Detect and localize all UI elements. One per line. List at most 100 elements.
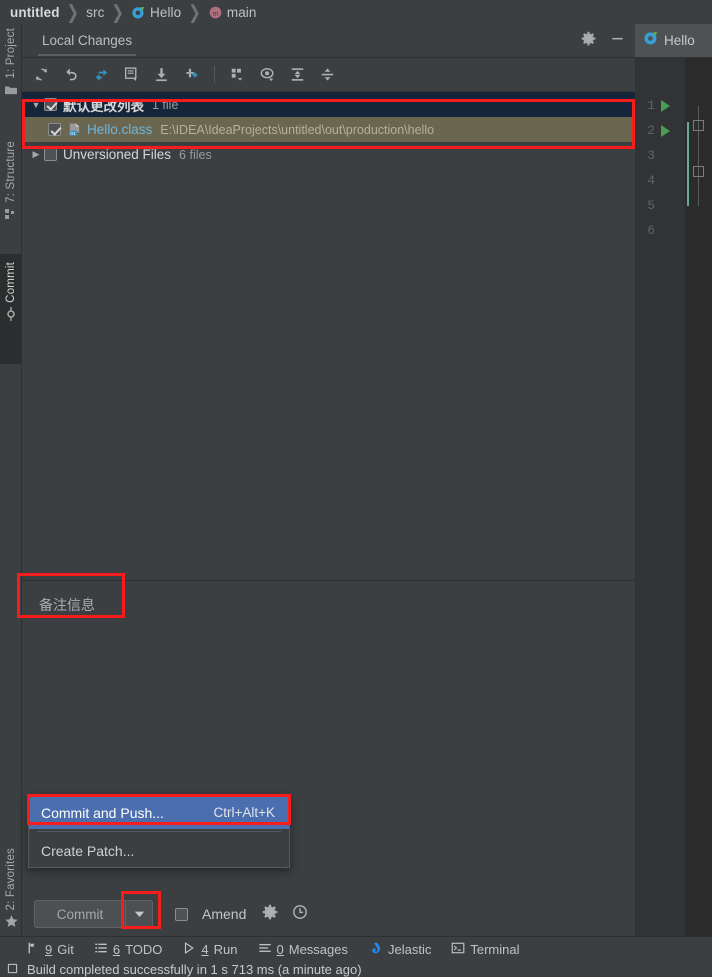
folder-icon <box>4 83 18 101</box>
commit-dropdown-button[interactable] <box>126 900 153 928</box>
line-number: 5 <box>647 198 655 213</box>
commit-message-input[interactable]: 备注信息 <box>22 581 635 788</box>
status-bar-num: 9 <box>45 942 53 957</box>
run-gutter-icon[interactable] <box>661 125 670 137</box>
tab-local-changes[interactable]: Local Changes <box>38 26 137 56</box>
unversioned-checkbox[interactable] <box>44 148 57 161</box>
svg-text:m: m <box>212 8 218 17</box>
edit-source-icon[interactable] <box>118 62 145 88</box>
class-icon <box>643 30 659 51</box>
show-diff-icon[interactable] <box>88 62 115 88</box>
collapse-all-icon[interactable] <box>314 62 341 88</box>
editor-body[interactable]: 1 2 3 4 5 6 <box>635 58 712 936</box>
tab-label: Local Changes <box>42 32 133 48</box>
unversioned-count: 6 files <box>179 147 212 162</box>
changelist-checkbox[interactable] <box>44 98 57 111</box>
changes-tree: ▼ 默认更改列表 1 file 01 Hello.class E:\IDEA\I… <box>22 92 635 540</box>
sidebar-item-commit[interactable]: Commit <box>0 262 22 326</box>
status-bar-item-git[interactable]: 9 Git <box>26 941 74 958</box>
method-icon: m <box>208 5 223 20</box>
status-bar-item-run[interactable]: 4 Run <box>182 941 238 958</box>
changelist-title: 默认更改列表 <box>63 98 144 114</box>
sidebar-item-structure[interactable]: 7: Structure <box>0 141 22 225</box>
sidebar-item-project[interactable]: 1: Project <box>0 28 22 101</box>
amend-checkbox[interactable] <box>175 907 188 921</box>
menu-item-label: Create Patch... <box>41 842 135 859</box>
preview-diff-icon[interactable] <box>254 62 281 88</box>
editor-tab-bar: Hello <box>635 24 712 58</box>
breadcrumb-item-project[interactable]: untitled <box>10 5 60 20</box>
status-bar-label: Run <box>213 942 238 957</box>
idea-window: untitled ❯ src ❯ Hello ❯ m main 1: Proje… <box>0 0 712 977</box>
sidebar-item-favorites[interactable]: 2: Favorites <box>0 848 22 934</box>
amend-label: Amend <box>202 906 247 922</box>
status-bar-item-todo[interactable]: 6 TODO <box>94 941 162 958</box>
settings-icon[interactable] <box>581 31 596 51</box>
sidebar-item-label: 1: Project <box>5 28 17 79</box>
commit-options-gear-icon[interactable] <box>262 904 278 925</box>
class-file-icon: 01 <box>67 122 82 137</box>
status-bar-num: 4 <box>201 942 209 957</box>
commit-message-text: 备注信息 <box>39 597 95 613</box>
shelve-icon[interactable] <box>178 62 205 88</box>
unversioned-title: Unversioned Files <box>63 147 172 162</box>
code-fold-marker[interactable] <box>693 166 704 177</box>
status-bar-label: Git <box>57 942 74 957</box>
breadcrumb-separator: ❯ <box>66 2 80 24</box>
terminal-icon <box>451 941 465 958</box>
chevron-right-icon[interactable]: ▶ <box>28 149 44 160</box>
commit-message-panel: 备注信息 <box>22 580 635 788</box>
line-number: 3 <box>647 148 655 163</box>
commit-button[interactable]: Commit <box>34 900 126 928</box>
breadcrumb-label: main <box>226 4 257 20</box>
commit-icon <box>4 306 18 326</box>
editor-gutter <box>635 58 685 936</box>
status-bar-item-messages[interactable]: 0 Messages <box>258 941 348 958</box>
table-row[interactable]: ▶ Unversioned Files 6 files <box>22 142 635 167</box>
svg-text:01: 01 <box>70 131 76 136</box>
breadcrumb-item-class[interactable]: Hello <box>131 5 181 20</box>
editor-tab-label[interactable]: Hello <box>664 33 695 48</box>
status-bar-label: Terminal <box>470 942 520 957</box>
sidebar-item-label: 2: Favorites <box>5 848 17 911</box>
commit-history-clock-icon[interactable] <box>292 904 308 925</box>
menu-item-shortcut: Ctrl+Alt+K <box>213 805 275 820</box>
toolbar-separator <box>214 66 215 83</box>
menu-item-commit-and-push[interactable]: Commit and Push... Ctrl+Alt+K <box>29 796 289 829</box>
status-bar-num: 0 <box>276 942 284 957</box>
breadcrumb-item-method[interactable]: m main <box>208 5 257 20</box>
sidebar-item-label: 7: Structure <box>5 141 17 203</box>
status-bar-num: 6 <box>112 942 121 957</box>
table-row[interactable]: ▼ 默认更改列表 1 file <box>22 92 635 117</box>
messages-icon <box>258 941 272 958</box>
table-row[interactable]: 01 Hello.class E:\IDEA\IdeaProjects\unti… <box>22 117 635 142</box>
commit-button-label: Commit <box>56 906 104 922</box>
run-gutter-icon[interactable] <box>661 100 670 112</box>
breadcrumb-label: untitled <box>10 4 60 20</box>
file-checkbox[interactable] <box>48 123 61 136</box>
commit-extra-actions <box>262 904 308 925</box>
menu-item-create-patch[interactable]: Create Patch... <box>29 834 289 867</box>
line-number: 4 <box>647 173 655 188</box>
build-status-bar: Build completed successfully in 1 s 713 … <box>0 962 712 977</box>
refresh-icon[interactable] <box>28 62 55 88</box>
build-status-icon <box>6 962 19 977</box>
hide-icon[interactable] <box>610 31 625 51</box>
group-by-icon[interactable] <box>224 62 251 88</box>
left-tool-strip: 1: Project 7: Structure Commit 2: Favori… <box>0 24 22 949</box>
chevron-down-icon[interactable]: ▼ <box>28 100 44 110</box>
status-bar-item-jelastic[interactable]: Jelastic <box>368 941 431 959</box>
file-name: Hello.class <box>87 122 153 137</box>
breadcrumb: untitled ❯ src ❯ Hello ❯ m main <box>0 0 712 24</box>
changes-toolbar <box>22 58 635 92</box>
breadcrumb-item-src[interactable]: src <box>86 5 104 20</box>
class-icon <box>131 5 146 20</box>
expand-all-icon[interactable] <box>284 62 311 88</box>
update-project-icon[interactable] <box>148 62 175 88</box>
chevron-down-icon <box>134 905 145 923</box>
tool-window-header-actions <box>581 24 625 58</box>
code-fold-marker[interactable] <box>693 120 704 131</box>
status-bar-item-terminal[interactable]: Terminal <box>451 941 519 958</box>
rollback-icon[interactable] <box>58 62 85 88</box>
amend-option[interactable]: Amend <box>175 906 246 922</box>
